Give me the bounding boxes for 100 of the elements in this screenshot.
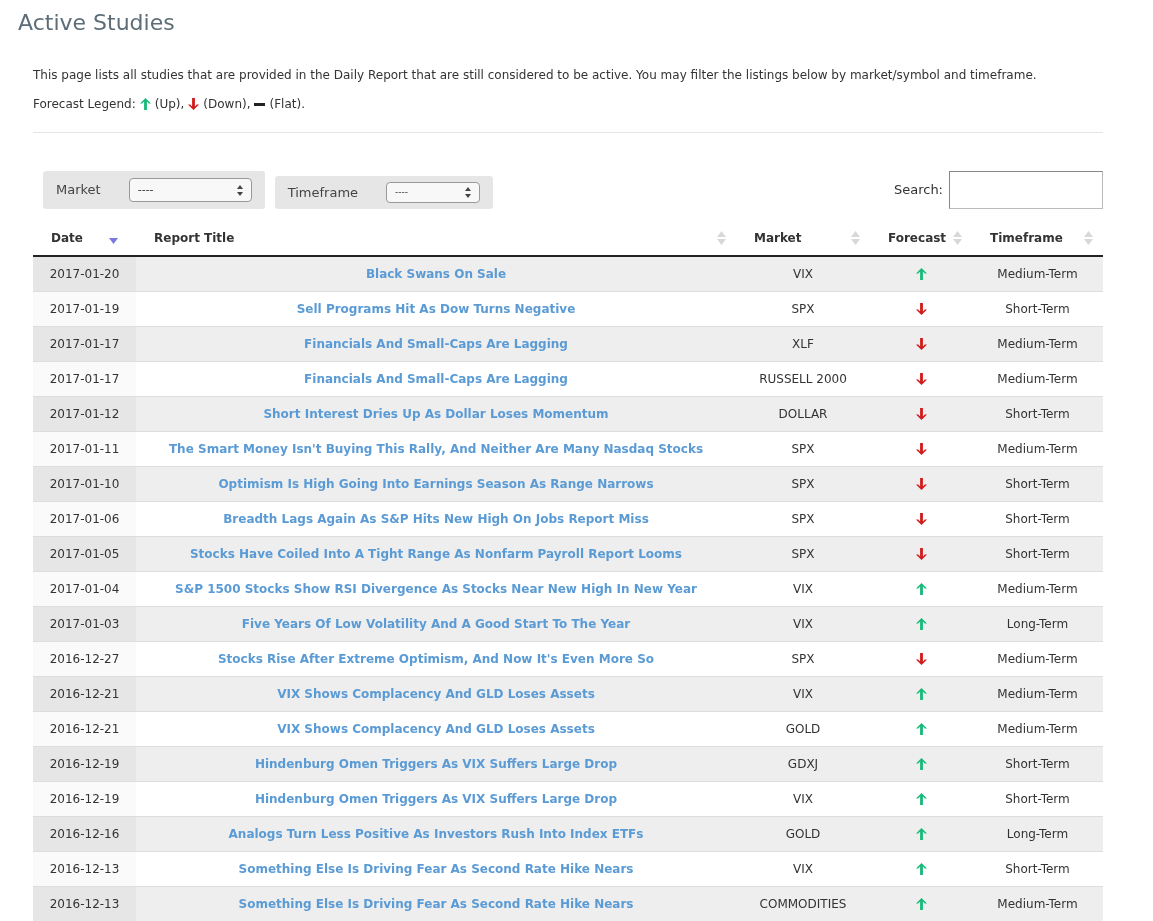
date-text: 2016-12-13 (49, 896, 120, 911)
report-link[interactable]: Black Swans On Sale (365, 266, 507, 281)
market-text: VIX (793, 616, 813, 631)
search-label: Search: (893, 181, 943, 200)
select-arrows-icon (236, 184, 243, 196)
intro-text: This page lists all studies that are provided in the Daily Report that are still considered to be active. You may filter the listings below by market/symbol and timeframe. (33, 67, 1037, 83)
sort-icon[interactable] (717, 231, 726, 245)
report-link[interactable]: Financials And Small-Caps Are Lagging (304, 371, 568, 386)
market-text: XLF (792, 336, 814, 351)
market-text: RUSSELL 2000 (759, 371, 847, 386)
market-text: VIX (793, 686, 813, 701)
date-text: 2016-12-27 (49, 651, 120, 666)
date-text: 2017-01-05 (49, 546, 120, 561)
timeframe-text: Medium-Term (997, 721, 1078, 736)
timeframe-text: Short-Term (1005, 476, 1070, 491)
timeframe-text: Medium-Term (997, 371, 1078, 386)
market-text: SPX (791, 651, 815, 666)
report-link[interactable]: Hindenburg Omen Triggers As VIX Suffers Large Drop (254, 791, 618, 806)
date-text: 2017-01-06 (49, 511, 120, 526)
dropdown-value: ---- (395, 185, 409, 199)
column-header[interactable]: Timeframe (990, 229, 1063, 247)
sort-descending-icon[interactable] (109, 238, 118, 244)
report-link[interactable]: VIX Shows Complacency And GLD Loses Assets (277, 721, 595, 736)
timeframe-text: Short-Term (1005, 406, 1070, 421)
date-text: 2017-01-12 (49, 406, 120, 421)
dash-icon (254, 102, 266, 106)
legend-text: (Flat). (269, 96, 305, 112)
date-text: 2017-01-19 (49, 301, 120, 316)
date-text: 2017-01-03 (49, 616, 120, 631)
page-title: Active Studies (18, 9, 175, 37)
column-header[interactable]: Report Title (154, 229, 235, 247)
report-link[interactable]: Financials And Small-Caps Are Lagging (304, 336, 568, 351)
up-arrow-icon (139, 98, 151, 110)
search-field[interactable] (949, 171, 1103, 209)
timeframe-text: Medium-Term (997, 581, 1078, 596)
market-text: COMMODITIES (759, 896, 847, 911)
report-link[interactable]: VIX Shows Complacency And GLD Loses Assets (277, 686, 595, 701)
date-text: 2016-12-21 (49, 721, 120, 736)
sort-icon[interactable] (851, 231, 860, 245)
report-link[interactable]: Short Interest Dries Up As Dollar Loses Momentum (263, 406, 609, 421)
timeframe-text: Medium-Term (997, 336, 1078, 351)
market-text: DOLLAR (778, 406, 828, 421)
select-arrows-icon (465, 187, 472, 198)
report-link[interactable]: Something Else Is Driving Fear As Second Rate Hike Nears (238, 896, 634, 911)
timeframe-text: Medium-Term (997, 651, 1078, 666)
sort-icon[interactable] (953, 231, 962, 245)
market-text: VIX (793, 791, 813, 806)
date-text: 2016-12-19 (49, 756, 120, 771)
report-link[interactable]: Something Else Is Driving Fear As Second Rate Hike Nears (238, 861, 634, 876)
market-text: SPX (791, 441, 815, 456)
market-text: GOLD (785, 721, 821, 736)
date-text: 2017-01-10 (49, 476, 120, 491)
column-header[interactable]: Forecast (888, 229, 947, 247)
timeframe-text: Medium-Term (997, 441, 1078, 456)
date-text: 2017-01-20 (49, 266, 120, 281)
date-text: 2017-01-17 (49, 371, 120, 386)
date-text: 2016-12-19 (49, 791, 120, 806)
report-link[interactable]: Stocks Have Coiled Into A Tight Range As Nonfarm Payroll Report Looms (189, 546, 682, 561)
report-link[interactable]: Breadth Lags Again As S&P Hits New High On Jobs Report Miss (223, 511, 649, 526)
market-text: SPX (791, 301, 815, 316)
report-link[interactable]: Sell Programs Hit As Dow Turns Negative (296, 301, 576, 316)
sort-icon[interactable] (1084, 231, 1093, 245)
column-header[interactable]: Date (51, 229, 83, 247)
dropdown[interactable]: ---- (386, 182, 481, 203)
timeframe-text: Medium-Term (997, 686, 1078, 701)
date-text: 2017-01-17 (49, 336, 120, 351)
report-link[interactable]: The Smart Money Isn't Buying This Rally, And Neither Are Many Nasdaq Stocks (168, 441, 704, 456)
legend-label: Forecast Legend: (33, 96, 136, 112)
report-link[interactable]: S&P 1500 Stocks Show RSI Divergence As Stocks Near New High In New Year (175, 581, 697, 596)
report-link[interactable]: Hindenburg Omen Triggers As VIX Suffers Large Drop (254, 756, 618, 771)
report-link[interactable]: Five Years Of Low Volatility And A Good Start To The Year (241, 616, 631, 631)
market-text: SPX (791, 511, 815, 526)
down-arrow-icon (188, 98, 200, 110)
report-link[interactable]: Stocks Rise After Extreme Optimism, And Now It's Even More So (217, 651, 655, 666)
date-text: 2017-01-11 (49, 441, 120, 456)
report-link[interactable]: Optimism Is High Going Into Earnings Season As Range Narrows (218, 476, 654, 491)
legend-text: (Down), (203, 96, 251, 112)
dropdown[interactable]: ---- (128, 178, 252, 202)
legend-text: (Up), (154, 96, 185, 112)
dropdown-value: ---- (137, 181, 154, 198)
filter-label: Timeframe (287, 183, 359, 202)
market-text: VIX (793, 581, 813, 596)
timeframe-text: Short-Term (1005, 861, 1070, 876)
market-text: GOLD (785, 826, 821, 841)
market-text: VIX (793, 266, 813, 281)
timeframe-text: Short-Term (1005, 756, 1070, 771)
market-text: SPX (791, 476, 815, 491)
market-text: GDXJ (787, 756, 819, 771)
timeframe-text: Short-Term (1005, 511, 1070, 526)
column-header[interactable]: Market (754, 229, 802, 247)
date-text: 2016-12-13 (49, 861, 120, 876)
report-link[interactable]: Analogs Turn Less Positive As Investors Rush Into Index ETFs (228, 826, 644, 841)
date-text: 2016-12-21 (49, 686, 120, 701)
timeframe-text: Short-Term (1005, 791, 1070, 806)
timeframe-text: Short-Term (1005, 301, 1070, 316)
filter-label: Market (56, 181, 101, 200)
market-text: VIX (793, 861, 813, 876)
timeframe-text: Short-Term (1005, 546, 1070, 561)
market-text: SPX (791, 546, 815, 561)
date-text: 2016-12-16 (49, 826, 120, 841)
